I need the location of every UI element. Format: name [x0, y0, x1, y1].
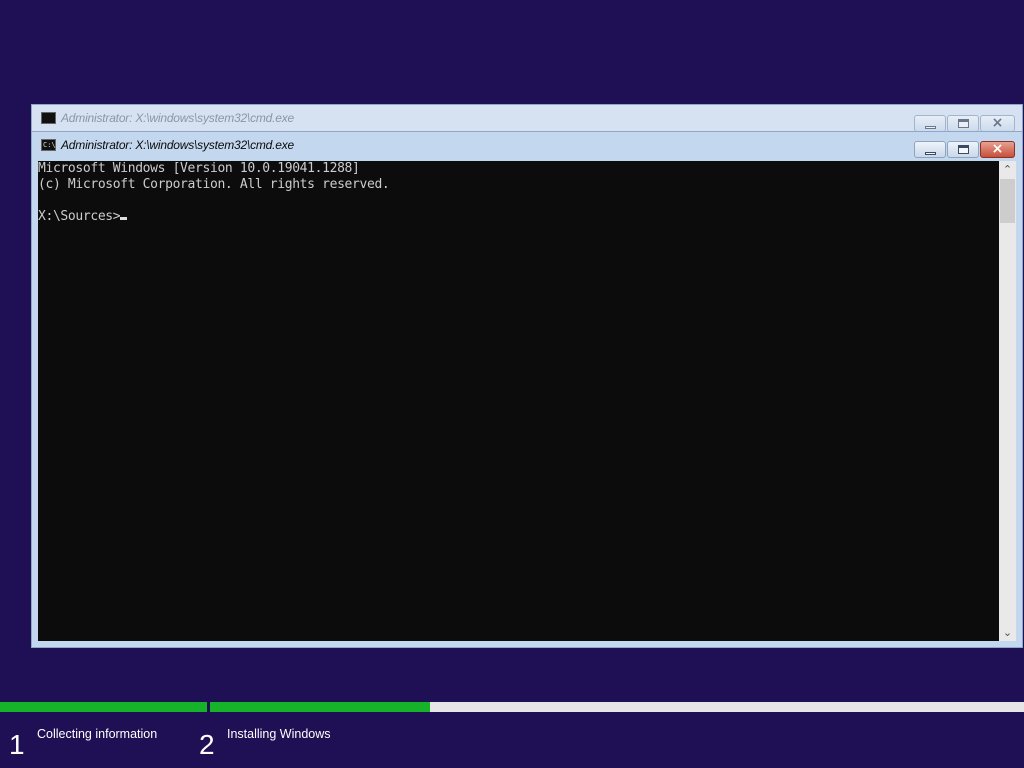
step-number: 2 [199, 729, 215, 760]
step-label: Collecting information [37, 727, 158, 741]
setup-progress-bar [0, 702, 1024, 712]
background-minimize-button[interactable] [914, 115, 946, 132]
console-line-version: Microsoft Windows [Version 10.0.19041.12… [38, 161, 360, 176]
minimize-button[interactable] [914, 141, 946, 158]
minimize-icon [925, 152, 936, 155]
console-output-area[interactable]: Microsoft Windows [Version 10.0.19041.12… [38, 161, 999, 641]
foreground-cmd-window[interactable]: C:\ Administrator: X:\windows\system32\c… [31, 131, 1023, 648]
progress-fill-installing [210, 702, 430, 712]
console-line-copyright: (c) Microsoft Corporation. All rights re… [38, 177, 390, 192]
progress-fill-collecting [0, 702, 207, 712]
console-prompt-line[interactable]: X:\Sources> [38, 209, 999, 225]
maximize-icon [958, 145, 969, 154]
vertical-scrollbar[interactable]: ⌃ ⌄ [999, 161, 1016, 641]
background-maximize-button[interactable] [947, 115, 979, 132]
foreground-window-title: Administrator: X:\windows\system32\cmd.e… [61, 138, 295, 152]
scroll-up-arrow-icon[interactable]: ⌃ [999, 161, 1016, 178]
command-prompt: X:\Sources> [38, 209, 121, 224]
close-icon: × [991, 115, 1004, 131]
step-label: Installing Windows [227, 727, 331, 741]
background-window-titlebar[interactable]: Administrator: X:\windows\system32\cmd.e… [32, 105, 1022, 132]
console-line-blank [38, 193, 999, 209]
close-icon: × [991, 141, 1004, 157]
background-close-button[interactable]: × [980, 115, 1015, 132]
scroll-down-arrow-icon[interactable]: ⌄ [999, 624, 1016, 641]
progress-segment-collecting [0, 702, 207, 712]
close-button[interactable]: × [980, 141, 1015, 158]
scroll-thumb[interactable] [1000, 179, 1015, 223]
maximize-icon [958, 119, 969, 128]
minimize-icon [925, 126, 936, 129]
foreground-window-titlebar[interactable]: C:\ Administrator: X:\windows\system32\c… [32, 132, 1022, 159]
console-app-icon: C:\ [41, 139, 56, 151]
background-window-title: Administrator: X:\windows\system32\cmd.e… [61, 111, 295, 125]
text-cursor [120, 217, 128, 220]
step-number: 1 [9, 729, 25, 760]
progress-segment-installing [210, 702, 1024, 712]
maximize-button[interactable] [947, 141, 979, 158]
console-app-icon [41, 112, 56, 124]
